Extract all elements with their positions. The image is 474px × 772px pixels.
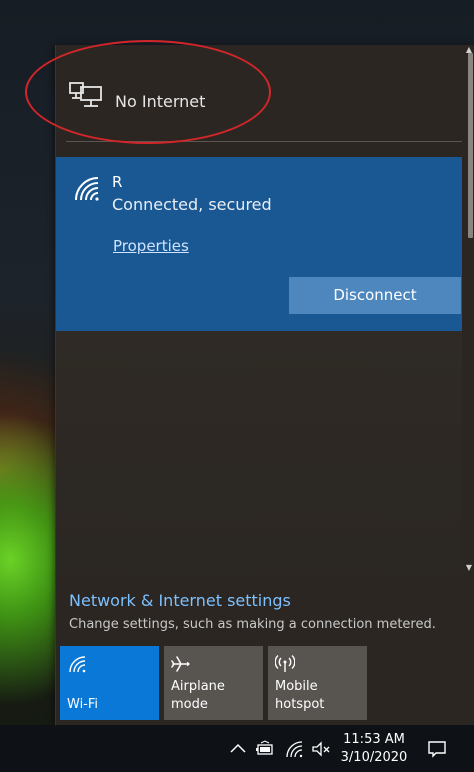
wifi-signal-icon	[75, 177, 99, 201]
disconnect-button[interactable]: Disconnect	[289, 277, 461, 314]
clock-date[interactable]: 3/10/2020	[340, 750, 408, 765]
annotation-circle	[25, 40, 271, 144]
properties-link[interactable]: Properties	[113, 237, 189, 255]
network-flyout: ▲ ▼ No Internet R Connected, secured Pro…	[55, 45, 474, 725]
network-list-empty-area	[56, 330, 462, 615]
mobile-hotspot-tile[interactable]: Mobile hotspot	[268, 646, 367, 720]
volume-muted-icon[interactable]	[311, 739, 331, 759]
network-ssid: R	[112, 173, 123, 191]
settings-section: Network & Internet settings Change setti…	[56, 575, 474, 725]
hotspot-icon	[275, 654, 295, 672]
airplane-mode-tile[interactable]: Airplane mode	[164, 646, 263, 720]
clock-time[interactable]: 11:53 AM	[340, 732, 408, 747]
battery-icon[interactable]	[255, 739, 275, 759]
taskbar: 11:53 AM 3/10/2020	[0, 725, 474, 772]
chevron-up-icon[interactable]	[228, 739, 248, 759]
tile-label: Wi-Fi	[67, 697, 99, 712]
connected-network-item[interactable]: R Connected, secured Properties Disconne…	[56, 157, 462, 331]
wifi-icon	[69, 656, 86, 673]
scroll-down-arrow-icon[interactable]: ▼	[464, 563, 474, 573]
wifi-tray-icon[interactable]	[284, 739, 304, 759]
tile-label: Mobile hotspot	[275, 679, 325, 712]
airplane-icon	[171, 656, 190, 672]
action-center-icon[interactable]	[427, 739, 447, 759]
wifi-toggle-tile[interactable]: Wi-Fi	[60, 646, 159, 720]
connection-state: Connected, secured	[112, 195, 272, 214]
scroll-thumb[interactable]	[468, 53, 473, 238]
settings-description: Change settings, such as making a connec…	[69, 617, 436, 632]
scrollbar[interactable]: ▲ ▼	[463, 45, 474, 575]
network-settings-link[interactable]: Network & Internet settings	[69, 591, 291, 610]
tile-label: Airplane mode	[171, 679, 225, 712]
